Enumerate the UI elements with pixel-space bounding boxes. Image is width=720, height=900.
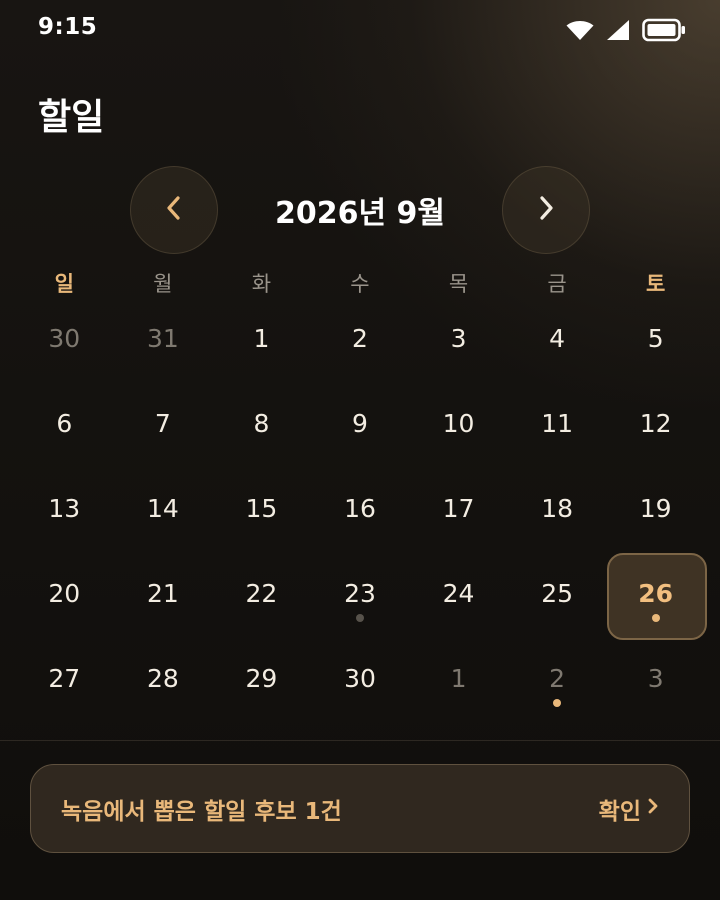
wifi-icon <box>566 19 594 41</box>
calendar-day[interactable]: 9 <box>311 382 410 467</box>
confirm-label: 확인 <box>598 798 641 825</box>
day-number: 30 <box>344 664 376 693</box>
month-navigation: 2026년 9월 <box>0 166 720 254</box>
calendar-day[interactable]: 13 <box>15 467 114 552</box>
calendar-day[interactable]: 23 <box>311 552 410 637</box>
day-number: 2 <box>352 324 368 353</box>
calendar-week: 27 28 29 30 1 2 3 <box>15 637 705 722</box>
day-number: 26 <box>638 579 674 608</box>
day-number: 31 <box>146 324 179 353</box>
day-number: 3 <box>647 664 664 693</box>
calendar-day[interactable]: 29 <box>212 637 311 722</box>
calendar-day[interactable]: 24 <box>409 552 508 637</box>
day-number: 2 <box>549 664 566 693</box>
day-number: 4 <box>549 324 566 353</box>
day-number: 15 <box>245 494 278 523</box>
calendar-grid: 30 31 1 2 3 4 5 6 7 8 9 10 11 12 13 14 15 16 17 18 19 20 21 22 2… <box>15 297 707 722</box>
day-number: 13 <box>48 494 81 523</box>
status-bar: 9:15 <box>0 0 720 60</box>
day-number: 20 <box>48 579 81 608</box>
calendar-week: 30 31 1 2 3 4 5 <box>15 297 705 382</box>
calendar-day[interactable]: 2 <box>508 637 607 722</box>
day-number: 22 <box>245 579 278 608</box>
day-number: 1 <box>450 664 467 693</box>
day-number: 17 <box>442 494 475 523</box>
calendar-day[interactable]: 19 <box>606 467 705 552</box>
day-number: 24 <box>442 579 475 608</box>
calendar-day[interactable]: 25 <box>508 552 607 637</box>
day-number: 23 <box>344 579 376 608</box>
calendar-day[interactable]: 10 <box>409 382 508 467</box>
event-dot <box>651 614 660 622</box>
day-number: 6 <box>56 409 73 438</box>
day-number: 16 <box>344 494 376 523</box>
calendar-day[interactable]: 14 <box>114 467 213 552</box>
calendar-day[interactable]: 31 <box>114 297 213 382</box>
day-number: 1 <box>253 324 270 353</box>
calendar-day[interactable]: 4 <box>508 297 607 382</box>
calendar-day[interactable]: 15 <box>212 467 311 552</box>
previous-month-button[interactable] <box>130 166 218 254</box>
calendar-day[interactable]: 3 <box>606 637 705 722</box>
day-number: 11 <box>541 409 573 438</box>
calendar-day[interactable]: 5 <box>606 297 705 382</box>
calendar-day[interactable]: 11 <box>508 382 607 467</box>
day-number: 12 <box>639 409 672 438</box>
calendar-week: 6 7 8 9 10 11 12 <box>15 382 705 467</box>
day-number: 10 <box>442 409 475 438</box>
calendar-day[interactable]: 22 <box>212 552 311 637</box>
day-number: 29 <box>245 664 278 693</box>
day-number: 5 <box>647 324 664 353</box>
calendar-day[interactable]: 16 <box>311 467 410 552</box>
confirm-button[interactable]: 확인 <box>599 792 659 826</box>
event-dot <box>355 614 364 622</box>
day-number: 18 <box>541 494 573 523</box>
status-time: 9:15 <box>38 14 98 40</box>
calendar-week: 13 14 15 16 17 18 19 <box>15 467 705 552</box>
next-month-button[interactable] <box>502 166 590 254</box>
day-number: 3 <box>450 324 467 353</box>
day-number: 28 <box>146 664 179 693</box>
calendar-day[interactable]: 20 <box>15 552 114 637</box>
chevron-right-icon <box>535 193 557 227</box>
status-icons <box>566 17 686 43</box>
chevron-right-icon <box>647 796 659 822</box>
day-number: 8 <box>253 409 270 438</box>
day-number: 27 <box>48 664 81 693</box>
calendar-day[interactable]: 21 <box>114 552 213 637</box>
divider <box>0 740 720 741</box>
battery-icon <box>642 18 686 42</box>
calendar-day[interactable]: 18 <box>508 467 607 552</box>
calendar-day[interactable]: 7 <box>114 382 213 467</box>
calendar-day[interactable]: 2 <box>311 297 410 382</box>
day-number: 19 <box>639 494 672 523</box>
day-number: 7 <box>154 409 171 438</box>
calendar-day[interactable]: 27 <box>15 637 114 722</box>
calendar-day[interactable]: 8 <box>212 382 311 467</box>
day-number: 14 <box>146 494 179 523</box>
event-dot <box>553 699 562 707</box>
day-number: 9 <box>352 409 368 438</box>
recording-todo-suggestion-card[interactable]: 녹음에서 뽑은 할일 후보 1건 확인 <box>30 764 690 853</box>
day-number: 30 <box>48 324 81 353</box>
calendar-day[interactable]: 17 <box>409 467 508 552</box>
calendar-day[interactable]: 30 <box>15 297 114 382</box>
calendar-day[interactable]: 1 <box>212 297 311 382</box>
calendar-day[interactable]: 3 <box>409 297 508 382</box>
suggestion-text: 녹음에서 뽑은 할일 후보 1건 <box>61 798 342 825</box>
calendar-day[interactable]: 28 <box>114 637 213 722</box>
calendar-day[interactable]: 12 <box>606 382 705 467</box>
calendar-week: 20 21 22 23 24 25 26 <box>15 552 707 640</box>
calendar-day[interactable]: 6 <box>15 382 114 467</box>
month-label: 2026년 9월 <box>274 196 445 231</box>
calendar-day[interactable]: 1 <box>409 637 508 722</box>
day-number: 21 <box>146 579 179 608</box>
page-title: 할일 <box>38 97 105 138</box>
calendar-day-selected[interactable]: 26 <box>606 552 707 640</box>
calendar-day[interactable]: 30 <box>311 637 410 722</box>
cellular-signal-icon <box>606 19 630 41</box>
chevron-left-icon <box>163 193 185 227</box>
day-number: 25 <box>541 579 573 608</box>
